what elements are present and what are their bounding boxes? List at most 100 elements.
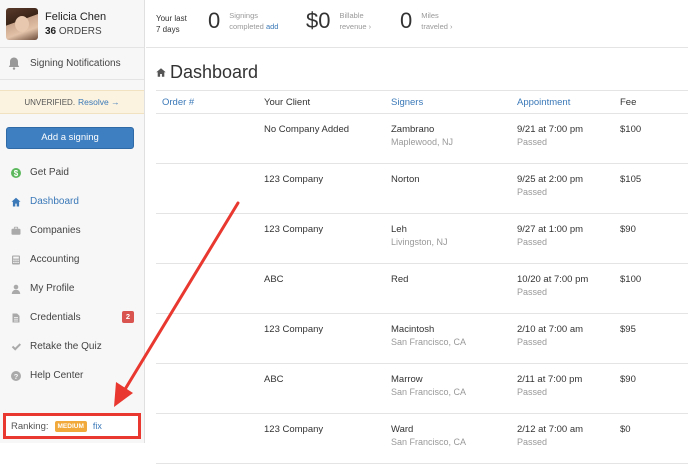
- cell-fee: $105: [620, 174, 642, 185]
- table-row[interactable]: 123 Company Leh Livingston, NJ 9/27 at 1:…: [156, 214, 688, 264]
- cell-appointment: 10/20 at 7:00 pm Passed: [517, 273, 588, 299]
- cell-signer: Red: [391, 273, 408, 286]
- signer-name: Marrow: [391, 374, 423, 385]
- signer-name: Ward: [391, 424, 414, 435]
- page-title-text: Dashboard: [170, 62, 259, 82]
- cell-fee: $100: [620, 274, 642, 285]
- orders-count: 36 ORDERS: [45, 25, 102, 37]
- document-icon: [12, 313, 20, 322]
- appointment-status: Passed: [517, 187, 548, 197]
- appointment-status: Passed: [517, 237, 548, 247]
- sidebar-item-accounting[interactable]: Accounting: [0, 245, 145, 274]
- cell-client: 123 Company: [264, 174, 324, 185]
- cell-fee: $0: [620, 424, 631, 435]
- cell-appointment: 9/21 at 7:00 pm Passed: [517, 123, 583, 149]
- signer-name: Zambrano: [391, 124, 435, 135]
- question-icon: ?: [11, 370, 21, 381]
- table-row[interactable]: ABC Marrow San Francisco, CA 2/11 at 7:00…: [156, 364, 688, 414]
- signer-location: San Francisco, CA: [391, 387, 467, 397]
- header-fee: Fee: [620, 96, 637, 108]
- appointment-time: 2/10 at 7:00 am: [517, 324, 584, 335]
- credentials-badge: 2: [122, 311, 134, 323]
- revenue-stat[interactable]: $0 Billable revenue ›: [306, 8, 371, 34]
- header-signers[interactable]: Signers: [391, 97, 423, 108]
- cell-signer: Norton: [391, 173, 420, 186]
- signer-location: San Francisco, CA: [391, 337, 467, 347]
- ranking-fix-link[interactable]: fix: [93, 421, 102, 431]
- appointment-time: 10/20 at 7:00 pm: [517, 274, 589, 285]
- sidebar-item-get-paid[interactable]: $ Get Paid: [0, 158, 145, 187]
- header-appointment[interactable]: Appointment: [517, 97, 570, 108]
- cell-signer: Leh Livingston, NJ: [391, 223, 448, 249]
- signings-value: 0: [208, 8, 221, 33]
- sidebar-item-label: Retake the Quiz: [30, 341, 102, 352]
- signer-name: Red: [391, 274, 409, 285]
- stats-period: Your last 7 days: [156, 13, 187, 35]
- cell-fee: $90: [620, 224, 636, 235]
- signings-table: Order # Your Client Signers Appointment …: [156, 90, 688, 464]
- cell-fee: $90: [620, 374, 636, 385]
- cell-client: No Company Added: [264, 124, 350, 135]
- svg-text:?: ?: [14, 372, 19, 381]
- revenue-label-2[interactable]: revenue ›: [339, 21, 371, 32]
- home-icon: [156, 68, 166, 77]
- miles-stat[interactable]: 0 Miles traveled ›: [400, 8, 453, 34]
- profile-header[interactable]: Felicia Chen 36 ORDERS: [0, 0, 144, 48]
- sidebar-item-my-profile[interactable]: My Profile: [0, 274, 145, 303]
- table-row[interactable]: ABC Red 10/20 at 7:00 pm Passed $100: [156, 264, 688, 314]
- appointment-time: 9/25 at 2:00 pm: [517, 174, 584, 185]
- cell-appointment: 9/27 at 1:00 pm Passed: [517, 223, 583, 249]
- cell-client: 123 Company: [264, 424, 324, 435]
- ranking-level-badge: MEDIUM: [54, 420, 87, 432]
- signings-label-2: completed: [229, 22, 264, 31]
- appointment-status: Passed: [517, 137, 548, 147]
- appointment-status: Passed: [517, 337, 548, 347]
- cell-appointment: 9/25 at 2:00 pm Passed: [517, 173, 583, 199]
- check-icon: [11, 342, 21, 351]
- signing-notifications[interactable]: Signing Notifications: [0, 48, 144, 80]
- signer-location: Livingston, NJ: [391, 237, 448, 247]
- appointment-time: 2/12 at 7:00 am: [517, 424, 584, 435]
- signer-name: Leh: [391, 224, 407, 235]
- period-line-2: 7 days: [156, 25, 180, 34]
- table-row[interactable]: 123 Company Ward San Francisco, CA 2/12 a…: [156, 414, 688, 464]
- sidebar-item-label: Credentials: [30, 312, 81, 323]
- sidebar-item-label: Get Paid: [30, 167, 69, 178]
- sidebar-item-label: Dashboard: [30, 196, 79, 207]
- sidebar-item-companies[interactable]: Companies: [0, 216, 145, 245]
- stats-bar: Your last 7 days 0 Signings completed ad…: [146, 0, 688, 48]
- unverified-status: UNVERIFIED.: [24, 97, 76, 107]
- cell-client: 123 Company: [264, 224, 324, 235]
- miles-label-2[interactable]: traveled ›: [421, 21, 452, 32]
- user-icon: [11, 284, 21, 294]
- resolve-link[interactable]: Resolve →: [78, 97, 120, 107]
- appointment-status: Passed: [517, 387, 548, 397]
- sidebar-menu: $ Get Paid Dashboard Companies Accountin…: [0, 158, 145, 390]
- sidebar-item-dashboard[interactable]: Dashboard: [0, 187, 145, 216]
- calculator-icon: [12, 255, 20, 264]
- table-row[interactable]: No Company Added Zambrano Maplewood, NJ 9…: [156, 114, 688, 164]
- svg-text:$: $: [14, 169, 19, 178]
- add-link[interactable]: add: [266, 22, 279, 31]
- sidebar-item-label: My Profile: [30, 283, 75, 294]
- sidebar-item-label: Companies: [30, 225, 81, 236]
- cell-client: ABC: [264, 374, 284, 385]
- sidebar-item-credentials[interactable]: Credentials 2: [0, 303, 145, 332]
- notifications-label: Signing Notifications: [30, 58, 121, 69]
- table-row[interactable]: 123 Company Macintosh San Francisco, CA 2…: [156, 314, 688, 364]
- sidebar-item-help-center[interactable]: ? Help Center: [0, 361, 145, 390]
- header-order[interactable]: Order #: [162, 97, 194, 108]
- cell-client: 123 Company: [264, 324, 324, 335]
- unverified-banner: UNVERIFIED. Resolve →: [0, 90, 144, 114]
- dollar-icon: $: [11, 167, 21, 178]
- table-row[interactable]: 123 Company Norton 9/25 at 2:00 pm Passed…: [156, 164, 688, 214]
- sidebar-item-label: Accounting: [30, 254, 80, 265]
- page-title: Dashboard: [156, 62, 258, 83]
- sidebar-item-retake-quiz[interactable]: Retake the Quiz: [0, 332, 145, 361]
- table-header: Order # Your Client Signers Appointment …: [156, 90, 688, 114]
- cell-signer: Macintosh San Francisco, CA: [391, 323, 466, 349]
- avatar[interactable]: [6, 7, 38, 40]
- add-signing-button[interactable]: Add a signing: [6, 127, 134, 149]
- signings-stat: 0 Signings completed add: [208, 8, 278, 34]
- briefcase-icon: [11, 226, 21, 235]
